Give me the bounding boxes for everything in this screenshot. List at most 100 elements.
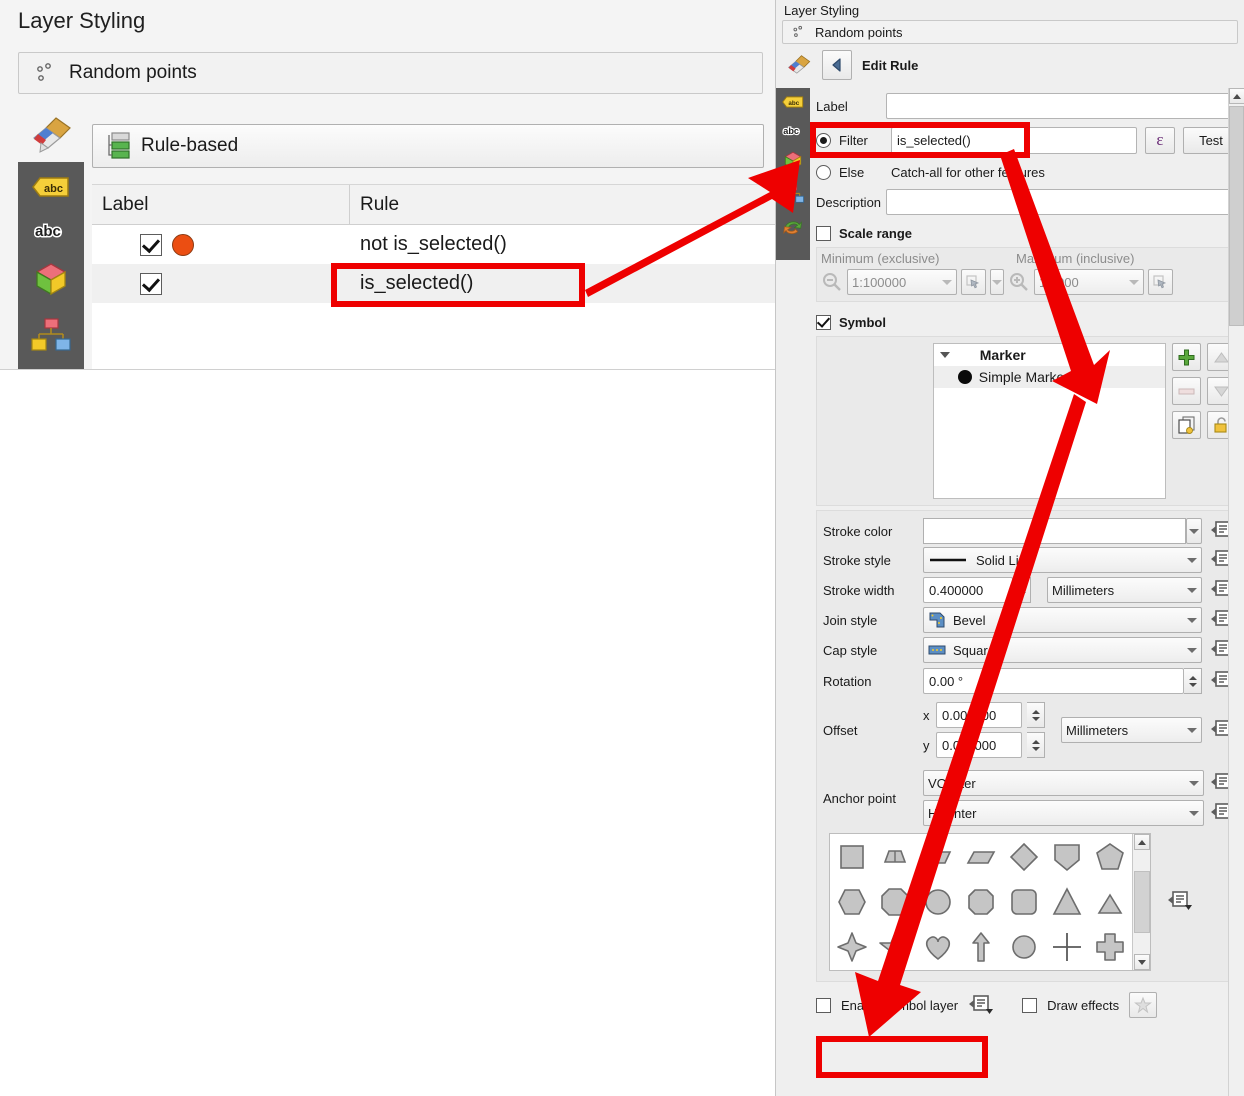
left-layer-selector[interactable]: Random points — [18, 52, 763, 94]
rotation-value: 0.00 ° — [929, 673, 964, 689]
sidebar-item-diagrams[interactable] — [30, 317, 72, 356]
shape-triangle-small[interactable] — [1089, 879, 1132, 924]
zoom-out-icon[interactable] — [821, 271, 843, 293]
shape-pentagon[interactable] — [1089, 834, 1132, 879]
shape-grid-scrollbar[interactable] — [1132, 834, 1150, 970]
scale-minimum-combo[interactable]: 1:100000 — [847, 269, 957, 295]
stroke-style-combo[interactable]: Solid Line — [923, 547, 1202, 573]
shape-arrow-up[interactable] — [959, 925, 1002, 970]
expression-builder-button[interactable]: ε — [1145, 126, 1175, 154]
3d-view-cube-icon — [35, 263, 67, 296]
set-maximum-from-canvas-button[interactable] — [1148, 269, 1173, 295]
enable-symbol-layer-highlight — [816, 1036, 988, 1078]
shape-hexagon[interactable] — [830, 879, 873, 924]
shape-octagon-rounded[interactable] — [959, 879, 1002, 924]
rule-enabled-checkbox[interactable] — [140, 233, 162, 256]
effects-properties-button[interactable] — [1129, 992, 1158, 1018]
offset-y-input[interactable]: 0.000000 — [936, 732, 1022, 758]
offset-x-input[interactable]: 0.000000 — [936, 702, 1022, 728]
shape-circle-rough[interactable] — [916, 879, 959, 924]
sidebar-item-3d-view[interactable] — [781, 150, 805, 175]
shape-cross[interactable] — [1046, 925, 1089, 970]
minimum-dropdown-button[interactable] — [990, 269, 1004, 295]
draw-effects-label: Draw effects — [1047, 997, 1120, 1013]
shape-diamond[interactable] — [1003, 834, 1046, 879]
sidebar-item-masks[interactable]: abc — [30, 217, 72, 246]
enable-symbol-layer-checkbox[interactable] — [816, 997, 831, 1013]
sidebar-item-history[interactable] — [781, 216, 805, 239]
diagrams-icon — [31, 318, 71, 351]
triangle-down-icon — [1214, 386, 1229, 397]
scroll-down-button[interactable] — [1133, 954, 1150, 970]
cursor-select-icon — [1153, 274, 1167, 288]
scale-maximum-combo[interactable]: 1:1000 — [1034, 269, 1144, 295]
offset-x-stepper[interactable] — [1027, 702, 1045, 728]
set-minimum-from-canvas-button[interactable] — [961, 269, 986, 295]
left-renderer-combo[interactable]: Rule-based — [92, 124, 764, 168]
shape-trapezoid-narrow[interactable] — [873, 834, 916, 879]
remove-symbol-layer-button[interactable] — [1172, 377, 1201, 405]
anchor-vertical-combo[interactable]: VCenter — [923, 770, 1204, 796]
sidebar-item-labels[interactable]: abc — [30, 174, 72, 203]
shape-star[interactable] — [873, 925, 916, 970]
scrollbar-thumb[interactable] — [1229, 106, 1244, 326]
table-row[interactable]: not is_selected() — [92, 225, 775, 264]
panel-scrollbar[interactable] — [1228, 88, 1244, 1096]
zoom-in-icon[interactable] — [1008, 271, 1030, 293]
symbology-brush-icon[interactable] — [26, 112, 74, 156]
sidebar-item-masks[interactable]: abc — [781, 122, 805, 141]
marker-shape-grid[interactable] — [829, 833, 1151, 971]
shape-octagon[interactable] — [873, 879, 916, 924]
symbol-tree-layer-row[interactable]: Simple Marker — [933, 366, 1165, 388]
shape-triangle[interactable] — [1046, 879, 1089, 924]
anchor-horizontal-combo[interactable]: HCenter — [923, 800, 1204, 826]
duplicate-symbol-layer-button[interactable] — [1172, 411, 1201, 439]
else-radio[interactable] — [816, 164, 831, 180]
enable-symbol-layer-label: Enable symbol layer — [841, 997, 959, 1013]
description-input[interactable] — [886, 189, 1239, 215]
shape-rounded-square[interactable] — [1003, 879, 1046, 924]
join-style-combo[interactable]: Bevel — [923, 607, 1202, 633]
stroke-width-input[interactable]: 0.400000 — [923, 577, 1013, 603]
shape-parallelogram[interactable] — [959, 834, 1002, 879]
symbol-checkbox[interactable] — [816, 314, 831, 330]
add-symbol-layer-button[interactable] — [1172, 343, 1201, 371]
shape-four-point-star[interactable] — [830, 925, 873, 970]
sidebar-item-labels[interactable]: abc — [781, 94, 805, 113]
symbol-layers-tree[interactable]: Marker Simple Marker — [932, 343, 1166, 499]
draw-effects-checkbox[interactable] — [1022, 997, 1038, 1013]
rule-enabled-checkbox[interactable] — [140, 272, 162, 295]
offset-unit-combo[interactable]: Millimeters — [1061, 717, 1202, 743]
data-defined-override-button[interactable] — [1167, 889, 1193, 913]
scroll-up-button[interactable] — [1133, 834, 1150, 850]
scale-range-caption: Scale range — [839, 225, 912, 241]
symbol-tree-group-row[interactable]: Marker — [934, 344, 1165, 366]
left-rules-table-header: Label Rule — [92, 185, 775, 225]
cap-style-combo[interactable]: Square — [923, 637, 1202, 663]
stroke-width-unit-combo[interactable]: Millimeters — [1047, 577, 1202, 603]
symbology-brush-icon[interactable] — [784, 52, 812, 78]
back-button[interactable] — [822, 50, 852, 80]
shape-square[interactable] — [830, 834, 873, 879]
data-defined-override-button[interactable] — [968, 993, 994, 1017]
layer-selector[interactable]: Random points — [782, 20, 1238, 44]
stroke-color-dropdown-button[interactable] — [1186, 518, 1202, 544]
shape-thick-cross[interactable] — [1089, 925, 1132, 970]
chevron-down-icon[interactable] — [939, 352, 950, 358]
rotation-stepper[interactable] — [1184, 668, 1202, 694]
stroke-color-swatch[interactable] — [923, 518, 1186, 544]
rotation-input[interactable]: 0.00 ° — [923, 668, 1184, 694]
sidebar-item-diagrams[interactable] — [781, 184, 805, 207]
label-input[interactable] — [886, 93, 1239, 119]
scrollbar-thumb[interactable] — [1133, 871, 1150, 933]
description-caption: Description — [816, 194, 882, 210]
shape-circle[interactable] — [1003, 925, 1046, 970]
offset-y-stepper[interactable] — [1027, 732, 1045, 758]
scroll-up-button[interactable] — [1229, 88, 1244, 104]
sidebar-item-3d-view[interactable] — [30, 260, 72, 303]
scale-range-checkbox[interactable] — [816, 225, 831, 241]
shape-heart[interactable] — [916, 925, 959, 970]
shape-pentagon-flat[interactable] — [1046, 834, 1089, 879]
shape-trapezoid[interactable] — [916, 834, 959, 879]
stroke-width-stepper[interactable] — [1013, 577, 1031, 603]
